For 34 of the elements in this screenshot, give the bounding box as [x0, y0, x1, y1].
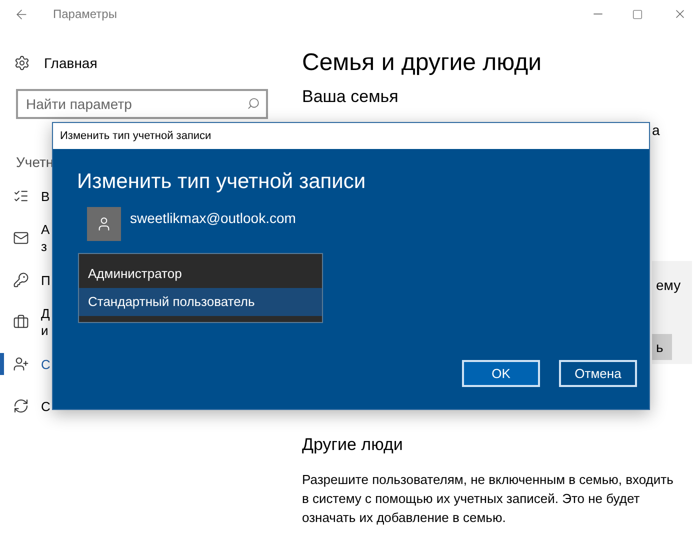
nav-item[interactable]: А з	[41, 221, 50, 255]
panel-button[interactable]: ь	[652, 334, 672, 360]
nav-item[interactable]: П	[41, 272, 50, 288]
family-text: а	[652, 121, 661, 140]
search-icon[interactable]	[247, 97, 260, 110]
nav-item[interactable]: В	[41, 188, 50, 204]
person-icon	[96, 216, 112, 232]
briefcase-icon	[12, 314, 28, 330]
maximize-icon[interactable]	[632, 8, 643, 20]
account-type-list[interactable]: Администратор Стандартный пользователь	[78, 253, 323, 323]
panel-text: ему	[656, 276, 681, 295]
nav-item[interactable]: Д и	[41, 305, 50, 339]
settings-icon	[14, 55, 30, 71]
nav-item[interactable]: С	[41, 356, 50, 372]
section-heading: Другие люди	[302, 434, 404, 456]
dialog-title: Изменить тип учетной записи	[60, 128, 212, 144]
dialog-heading: Изменить тип учетной записи	[77, 169, 367, 195]
window-title: Параметры	[53, 6, 117, 23]
search-field[interactable]: Найти параметр	[16, 89, 268, 119]
person-list-icon	[12, 188, 28, 204]
list-option[interactable]: Стандартный пользователь	[79, 288, 322, 316]
person-add-icon	[12, 356, 28, 372]
section-label: Учетн	[16, 154, 54, 170]
description: Разрешите пользователям, не включенным в семью, входить в систему с помощью их учетных записей. Это не будет означать их добавление в семью.	[302, 471, 674, 527]
key-icon	[12, 272, 28, 288]
section-heading: Ваша семья	[302, 86, 400, 108]
nav-item[interactable]: С	[41, 398, 50, 414]
ok-button[interactable]: OK	[462, 360, 540, 387]
account-email: sweetlikmax@outlook.com	[130, 209, 296, 228]
sync-icon	[12, 398, 28, 414]
cancel-button[interactable]: Отмена	[559, 360, 637, 387]
page-title: Семья и другие люди	[302, 48, 543, 78]
home-link[interactable]: Главная	[44, 52, 98, 74]
mail-icon	[12, 230, 28, 246]
